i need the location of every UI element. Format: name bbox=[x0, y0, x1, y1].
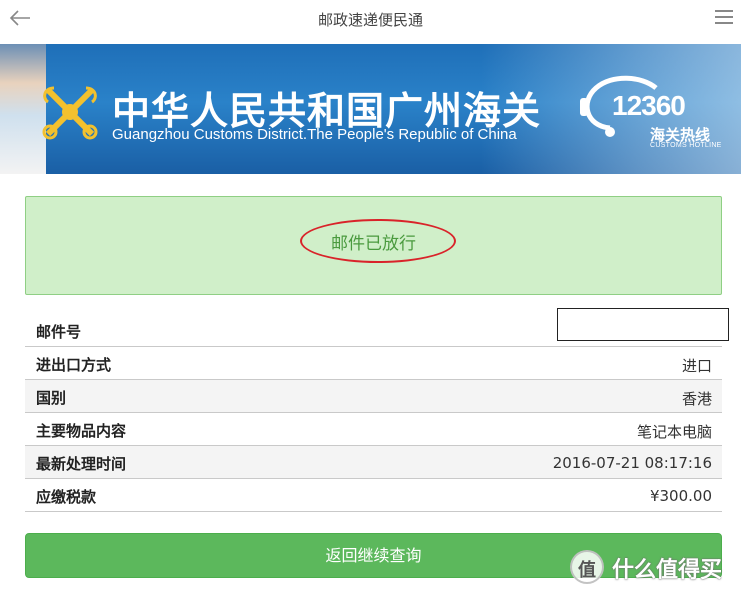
customs-emblem-icon bbox=[38, 80, 102, 144]
row-label: 最新处理时间 bbox=[36, 455, 127, 473]
row-value: ¥300.00 bbox=[649, 487, 712, 505]
row-label: 进出口方式 bbox=[36, 356, 112, 374]
page-title: 邮政速递便民通 bbox=[317, 11, 423, 29]
row-label: 国别 bbox=[36, 389, 67, 407]
banner-title-en: Guangzhou Customs District.The People's … bbox=[112, 126, 517, 143]
row-value: 2016-07-21 08:17:16 bbox=[552, 454, 712, 472]
row-label: 主要物品内容 bbox=[36, 422, 127, 440]
table-row: 邮件号 bbox=[25, 308, 729, 347]
row-label: 应缴税款 bbox=[36, 488, 97, 506]
table-row: 主要物品内容 笔记本电脑 bbox=[25, 413, 722, 446]
watermark-badge-icon: 值 bbox=[570, 550, 604, 584]
table-row: 国别 香港 bbox=[25, 380, 722, 413]
hotline-number: 12360 bbox=[612, 90, 686, 121]
status-panel: 邮件已放行 bbox=[25, 196, 722, 295]
row-value: 进口 bbox=[681, 357, 712, 375]
top-bar: 邮政速递便民通 bbox=[0, 0, 741, 40]
status-highlight-circle bbox=[300, 219, 456, 263]
hamburger-menu-icon[interactable] bbox=[715, 10, 733, 26]
row-value: 笔记本电脑 bbox=[636, 423, 712, 441]
table-row: 应缴税款 ¥300.00 bbox=[25, 479, 722, 512]
table-row: 最新处理时间 2016-07-21 08:17:16 bbox=[25, 446, 722, 479]
row-value: 香港 bbox=[681, 390, 712, 408]
watermark-text: 什么值得买 bbox=[612, 558, 723, 583]
watermark-badge-glyph: 值 bbox=[578, 560, 596, 581]
watermark: 值 什么值得买 bbox=[566, 548, 736, 586]
row-label: 邮件号 bbox=[36, 323, 82, 341]
parcel-info-table: 邮件号 进出口方式 进口 国别 香港 主要物品内容 笔记本电脑 最新处理时间 2… bbox=[25, 308, 729, 512]
table-row: 进出口方式 进口 bbox=[25, 347, 722, 380]
hotline-label-en: CUSTOMS HOTLINE bbox=[650, 142, 722, 149]
tracking-number-redacted bbox=[557, 308, 729, 341]
customs-banner: 中华人民共和国广州海关 Guangzhou Customs District.T… bbox=[0, 44, 741, 174]
